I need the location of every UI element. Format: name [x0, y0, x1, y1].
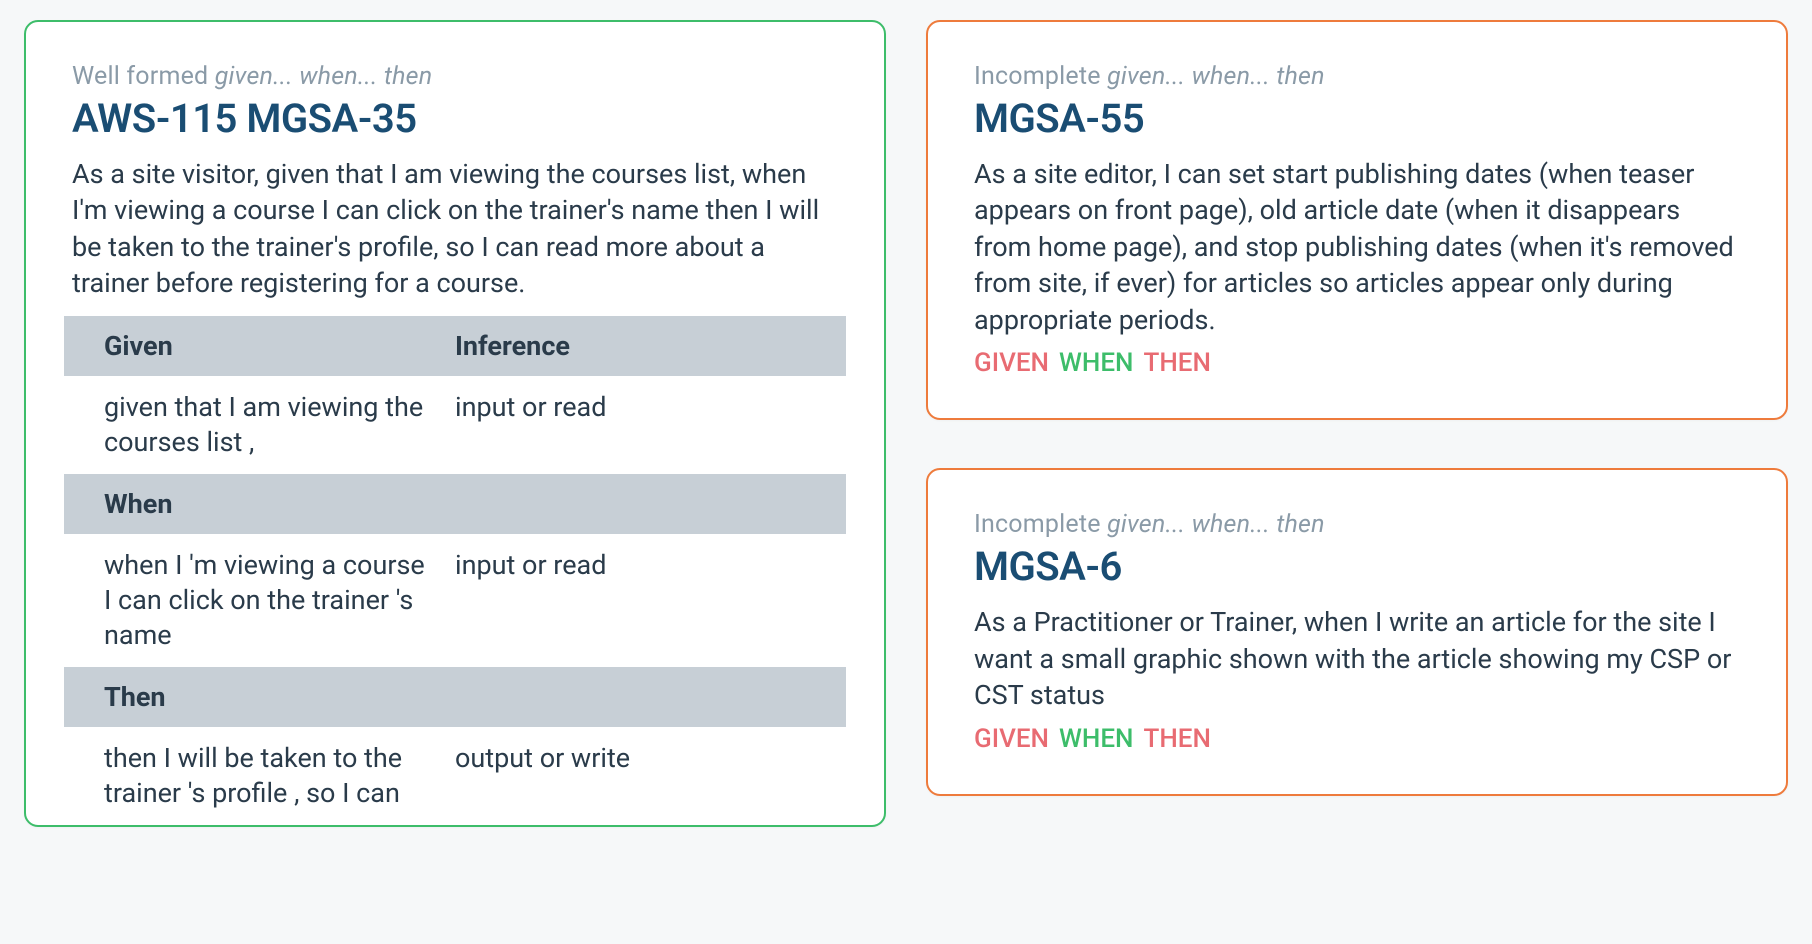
- tags-row: GIVEN WHEN THEN: [974, 348, 1740, 378]
- table-header-when: When: [64, 474, 846, 534]
- card-body: As a site visitor, given that I am viewi…: [72, 156, 838, 302]
- status-label-prefix: Incomplete: [974, 510, 1107, 539]
- status-label-prefix: Well formed: [72, 62, 215, 91]
- tag-then: THEN: [1143, 348, 1210, 378]
- status-label-italic: given... when... then: [215, 62, 433, 91]
- status-label: Incomplete given... when... then: [974, 62, 1740, 91]
- card-title[interactable]: AWS-115 MGSA-35: [72, 95, 838, 142]
- right-column: Incomplete given... when... then MGSA-55…: [926, 20, 1788, 827]
- analysis-table-wrapper: Given Inference given that I am viewing …: [64, 302, 846, 826]
- when-text: when I 'm viewing a course I can click o…: [104, 548, 455, 653]
- tag-when: WHEN: [1059, 348, 1133, 378]
- table-row-then: then I will be taken to the trainer 's p…: [64, 727, 846, 825]
- status-label-prefix: Incomplete: [974, 62, 1107, 91]
- then-header-label: Then: [104, 681, 455, 713]
- card-body: As a Practitioner or Trainer, when I wri…: [974, 604, 1740, 713]
- tag-given: GIVEN: [974, 348, 1049, 378]
- status-label-italic: given... when... then: [1107, 62, 1325, 91]
- incomplete-card: Incomplete given... when... then MGSA-55…: [926, 20, 1788, 420]
- then-inference: output or write: [455, 741, 806, 811]
- incomplete-card: Incomplete given... when... then MGSA-6 …: [926, 468, 1788, 795]
- given-inference: input or read: [455, 390, 806, 460]
- tag-then: THEN: [1143, 724, 1210, 754]
- table-header-given: Given Inference: [64, 316, 846, 376]
- table-header-right: Inference: [455, 330, 806, 362]
- status-label-italic: given... when... then: [1107, 510, 1325, 539]
- table-header-left: Given: [104, 330, 455, 362]
- card-body: As a site editor, I can set start publis…: [974, 156, 1740, 338]
- when-header-label: When: [104, 488, 455, 520]
- card-title[interactable]: MGSA-55: [974, 95, 1740, 142]
- table-row-given: given that I am viewing the courses list…: [64, 376, 846, 474]
- page-container: Well formed given... when... then AWS-11…: [0, 0, 1812, 827]
- analysis-table: Given Inference given that I am viewing …: [64, 316, 846, 826]
- left-column: Well formed given... when... then AWS-11…: [24, 20, 886, 827]
- then-text: then I will be taken to the trainer 's p…: [104, 741, 455, 811]
- tag-given: GIVEN: [974, 724, 1049, 754]
- status-label: Incomplete given... when... then: [974, 510, 1740, 539]
- table-row-when: when I 'm viewing a course I can click o…: [64, 534, 846, 667]
- well-formed-card: Well formed given... when... then AWS-11…: [24, 20, 886, 827]
- card-title[interactable]: MGSA-6: [974, 543, 1740, 590]
- status-label: Well formed given... when... then: [72, 62, 838, 91]
- given-text: given that I am viewing the courses list…: [104, 390, 455, 460]
- table-header-then: Then: [64, 667, 846, 727]
- tags-row: GIVEN WHEN THEN: [974, 724, 1740, 754]
- when-inference: input or read: [455, 548, 806, 653]
- tag-when: WHEN: [1059, 724, 1133, 754]
